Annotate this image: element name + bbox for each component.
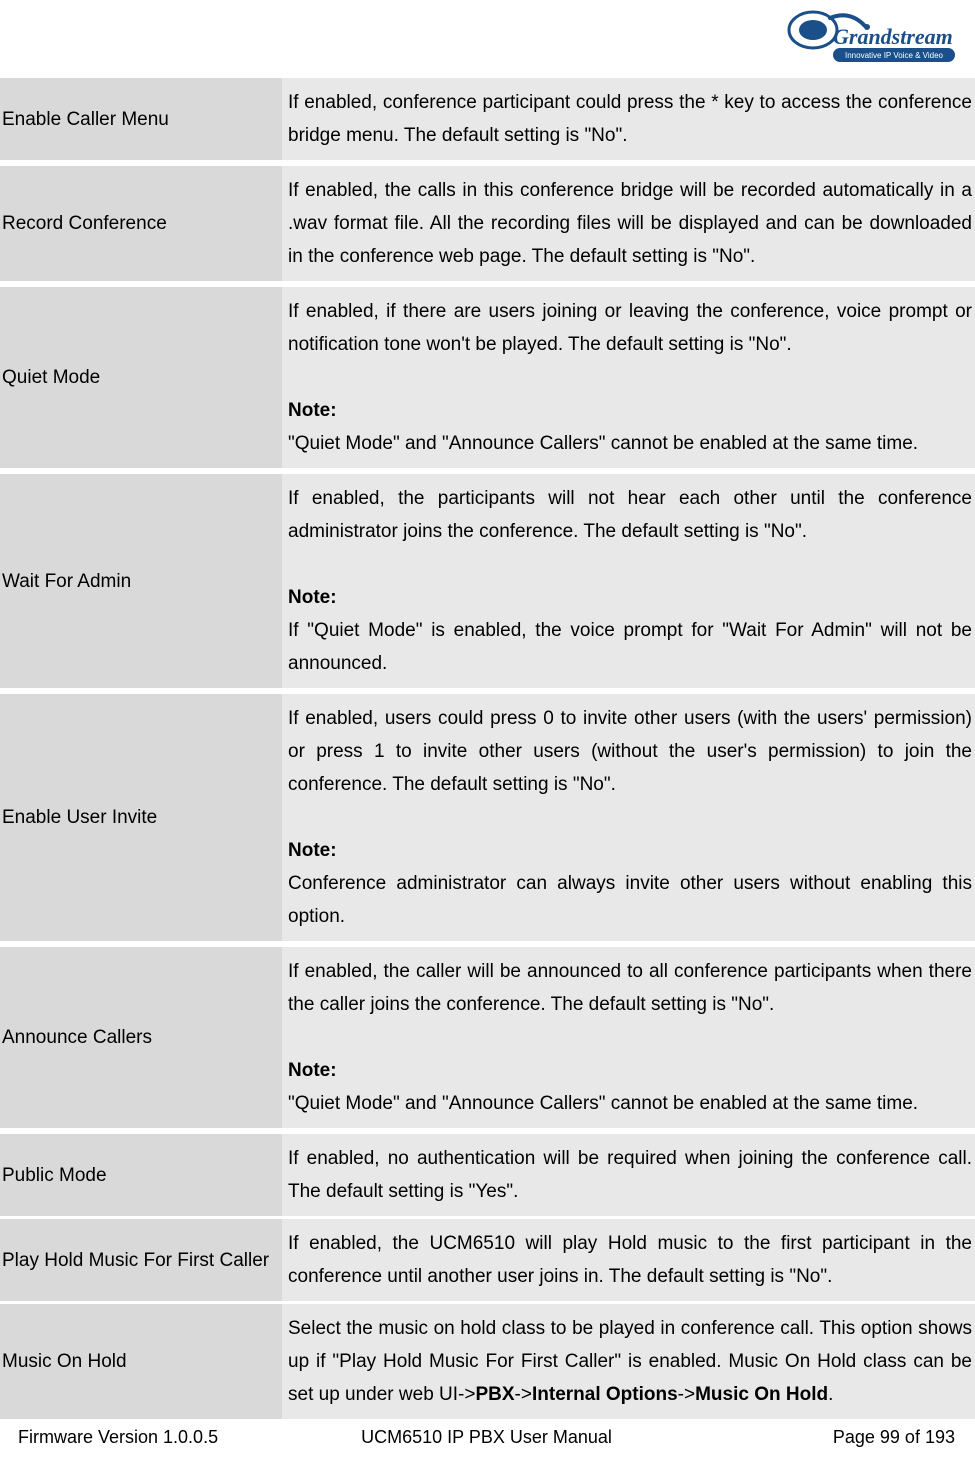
description-paragraph: Conference administrator can always invi… (288, 867, 972, 933)
brand-tagline-text: Innovative IP Voice & Video (845, 51, 944, 60)
note-label: Note: (288, 394, 972, 427)
table-row: Quiet ModeIf enabled, if there are users… (0, 287, 975, 468)
description-paragraph: If enabled, no authentication will be re… (288, 1142, 972, 1208)
description-paragraph: If enabled, the UCM6510 will play Hold m… (288, 1227, 972, 1293)
option-description: If enabled, the participants will not he… (282, 474, 975, 688)
grandstream-logo-icon: Grandstream Innovative IP Voice & Video (785, 8, 955, 66)
brand-name-text: Grandstream (833, 24, 953, 49)
table-row: Record ConferenceIf enabled, the calls i… (0, 166, 975, 281)
table-row: Announce CallersIf enabled, the caller w… (0, 947, 975, 1128)
table-row: Play Hold Music For First CallerIf enabl… (0, 1219, 975, 1301)
text: -> (515, 1384, 532, 1405)
options-table: Enable Caller MenuIf enabled, conference… (0, 78, 975, 1419)
bold-text: Music On Hold (695, 1384, 828, 1405)
option-description: If enabled, conference participant could… (282, 78, 975, 160)
option-description: If enabled, no authentication will be re… (282, 1134, 975, 1216)
option-description: Select the music on hold class to be pla… (282, 1304, 975, 1419)
table-row: Enable Caller MenuIf enabled, conference… (0, 78, 975, 160)
option-label: Enable Caller Menu (0, 78, 282, 160)
option-label: Wait For Admin (0, 474, 282, 688)
bold-text: Internal Options (532, 1384, 678, 1405)
option-label: Public Mode (0, 1134, 282, 1216)
table-row: Wait For AdminIf enabled, the participan… (0, 474, 975, 688)
option-label: Announce Callers (0, 947, 282, 1128)
page: Grandstream Innovative IP Voice & Video … (0, 0, 975, 1470)
blank-line (288, 548, 972, 581)
page-footer: Firmware Version 1.0.0.5 UCM6510 IP PBX … (0, 1427, 975, 1448)
blank-line (288, 361, 972, 394)
note-label: Note: (288, 1054, 972, 1087)
text: -> (678, 1384, 695, 1405)
table-row: Music On HoldSelect the music on hold cl… (0, 1304, 975, 1419)
option-label: Music On Hold (0, 1304, 282, 1419)
note-label: Note: (288, 834, 972, 867)
option-description: If enabled, the UCM6510 will play Hold m… (282, 1219, 975, 1301)
description-paragraph: If enabled, the caller will be announced… (288, 955, 972, 1021)
footer-page: Page 99 of 193 (643, 1427, 955, 1448)
description-paragraph: If enabled, the participants will not he… (288, 482, 972, 548)
description-paragraph: If enabled, the calls in this conference… (288, 174, 972, 273)
table-row: Public ModeIf enabled, no authentication… (0, 1134, 975, 1216)
blank-line (288, 1021, 972, 1054)
description-paragraph: "Quiet Mode" and "Announce Callers" cann… (288, 1087, 972, 1120)
table-row: Enable User InviteIf enabled, users coul… (0, 694, 975, 941)
option-description: If enabled, if there are users joining o… (282, 287, 975, 468)
option-description: If enabled, users could press 0 to invit… (282, 694, 975, 941)
bold-text: PBX (475, 1384, 514, 1405)
option-label: Record Conference (0, 166, 282, 281)
text: . (828, 1384, 833, 1405)
option-label: Enable User Invite (0, 694, 282, 941)
description-paragraph: If "Quiet Mode" is enabled, the voice pr… (288, 614, 972, 680)
description-paragraph: If enabled, conference participant could… (288, 86, 972, 152)
option-description: If enabled, the caller will be announced… (282, 947, 975, 1128)
description-paragraph: If enabled, if there are users joining o… (288, 295, 972, 361)
option-label: Quiet Mode (0, 287, 282, 468)
footer-title: UCM6510 IP PBX User Manual (330, 1427, 642, 1448)
note-label: Note: (288, 581, 972, 614)
description-paragraph: Select the music on hold class to be pla… (288, 1312, 972, 1411)
description-paragraph: "Quiet Mode" and "Announce Callers" cann… (288, 427, 972, 460)
blank-line (288, 801, 972, 834)
option-label: Play Hold Music For First Caller (0, 1219, 282, 1301)
footer-firmware: Firmware Version 1.0.0.5 (18, 1427, 330, 1448)
brand-logo: Grandstream Innovative IP Voice & Video (785, 8, 955, 66)
option-description: If enabled, the calls in this conference… (282, 166, 975, 281)
description-paragraph: If enabled, users could press 0 to invit… (288, 702, 972, 801)
